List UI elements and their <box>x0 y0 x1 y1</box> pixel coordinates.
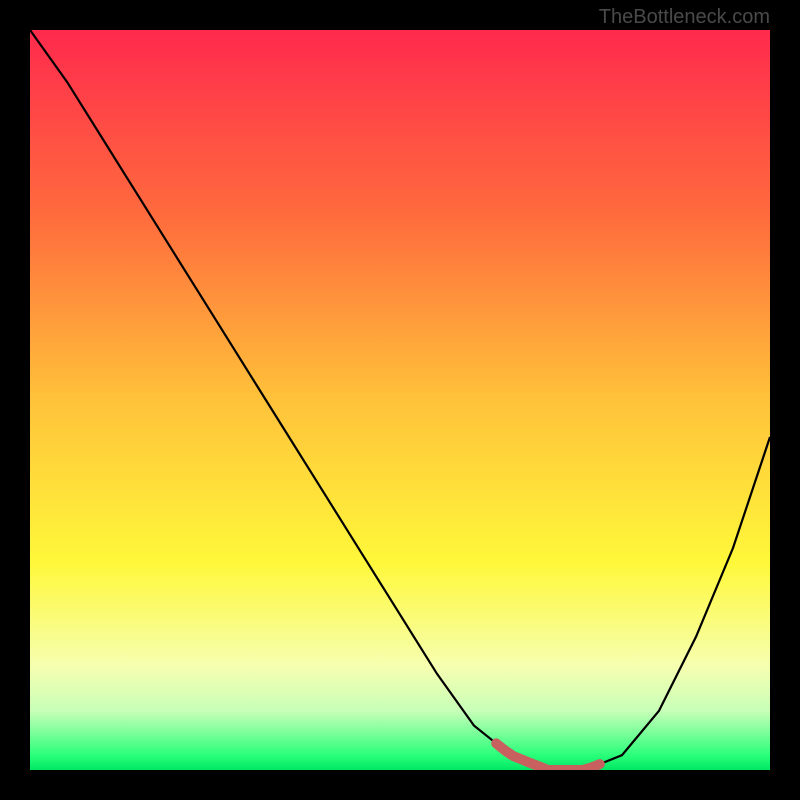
curve-layer <box>30 30 770 770</box>
plot-area <box>30 30 770 770</box>
chart-container: TheBottleneck.com <box>0 0 800 800</box>
bottleneck-curve <box>30 30 770 770</box>
optimal-range-marker <box>496 743 600 770</box>
watermark: TheBottleneck.com <box>599 6 770 29</box>
